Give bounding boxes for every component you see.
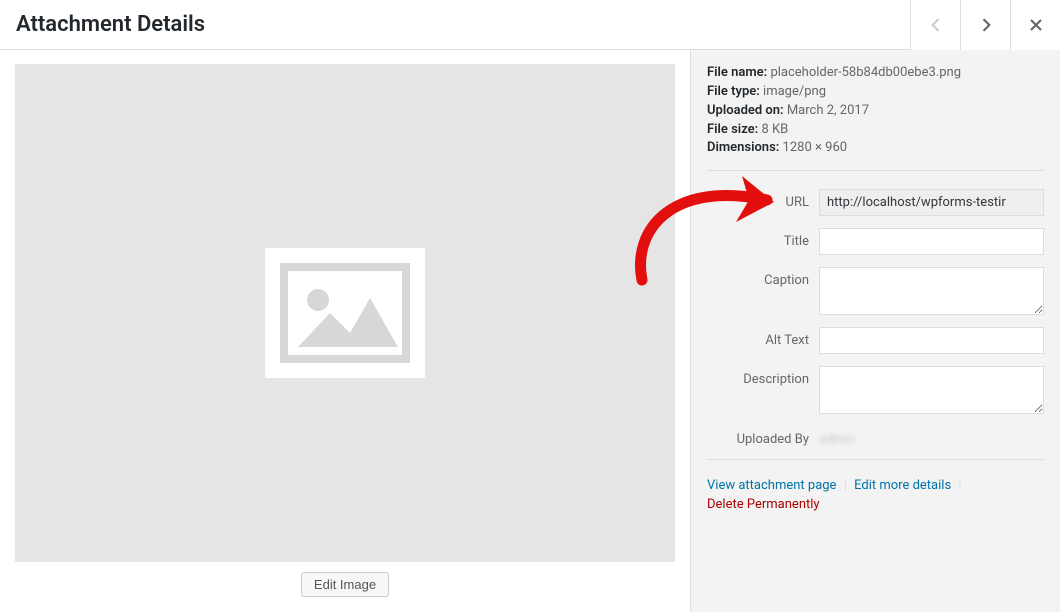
modal-body: Edit Image File name: placeholder-58b84d…: [0, 50, 1060, 612]
url-input[interactable]: [819, 189, 1044, 216]
edit-more-details-link[interactable]: Edit more details: [854, 478, 951, 493]
modal-header: Attachment Details: [0, 0, 1060, 50]
placeholder-image: [265, 248, 425, 378]
file-name-value: placeholder-58b84db00ebe3.png: [770, 65, 961, 80]
attachment-preview: [15, 64, 675, 562]
caption-label: Caption: [707, 267, 819, 288]
attachment-settings: URL Title Caption Alt Text Description U…: [707, 189, 1044, 447]
close-icon: [1026, 15, 1046, 35]
uploaded-on-value: March 2, 2017: [787, 103, 869, 118]
header-controls: [910, 0, 1060, 49]
divider: [707, 170, 1044, 171]
title-input[interactable]: [819, 228, 1044, 255]
file-meta: File name: placeholder-58b84db00ebe3.png…: [707, 64, 1044, 158]
dimensions-value: 1280 × 960: [783, 140, 848, 155]
modal-title: Attachment Details: [16, 12, 205, 37]
title-label: Title: [707, 228, 819, 249]
delete-permanently-link[interactable]: Delete Permanently: [707, 497, 820, 512]
description-textarea[interactable]: [819, 366, 1044, 414]
chevron-left-icon: [926, 15, 946, 35]
close-button[interactable]: [1010, 0, 1060, 50]
alt-text-label: Alt Text: [707, 327, 819, 348]
image-placeholder-icon: [280, 263, 410, 363]
separator: |: [958, 478, 961, 493]
description-label: Description: [707, 366, 819, 387]
file-type-label: File type:: [707, 84, 760, 99]
caption-textarea[interactable]: [819, 267, 1044, 315]
edit-image-wrap: Edit Image: [301, 572, 389, 597]
uploaded-by-label: Uploaded By: [707, 426, 819, 447]
dimensions-label: Dimensions:: [707, 140, 779, 155]
prev-button[interactable]: [910, 0, 960, 50]
edit-image-button[interactable]: Edit Image: [301, 572, 389, 597]
file-size-label: File size:: [707, 122, 758, 137]
separator: |: [844, 478, 847, 493]
divider: [707, 459, 1044, 460]
attachment-actions: View attachment page | Edit more details…: [707, 478, 1044, 512]
next-button[interactable]: [960, 0, 1010, 50]
view-attachment-page-link[interactable]: View attachment page: [707, 478, 836, 493]
alt-text-input[interactable]: [819, 327, 1044, 354]
uploaded-on-label: Uploaded on:: [707, 103, 784, 118]
details-sidebar: File name: placeholder-58b84db00ebe3.png…: [690, 50, 1060, 612]
url-label: URL: [707, 189, 819, 210]
file-type-value: image/png: [763, 84, 826, 99]
file-name-label: File name:: [707, 65, 767, 80]
uploaded-by-value: admin: [819, 426, 1044, 447]
preview-pane: Edit Image: [0, 50, 690, 612]
file-size-value: 8 KB: [761, 122, 788, 137]
chevron-right-icon: [976, 15, 996, 35]
